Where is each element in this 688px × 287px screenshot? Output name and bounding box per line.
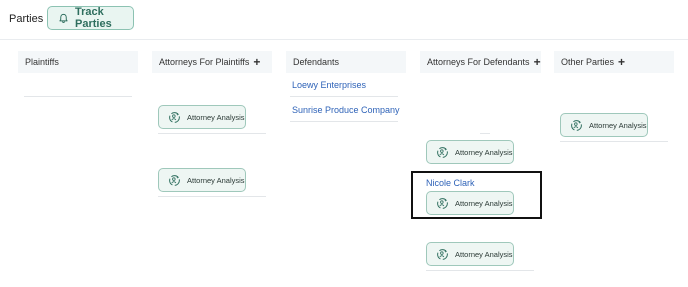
column-label: Attorneys For Defendants [427,57,530,67]
attorney-analysis-icon [169,174,180,186]
attorney-analysis-icon [571,119,582,131]
column-label: Plaintiffs [25,57,59,67]
attorney-analysis-button[interactable]: Attorney Analysis [560,113,648,137]
column-header-defendants: Defendants [286,51,406,73]
column-header-attorneys-for-defendants: Attorneys For Defendants + [420,51,541,73]
row-divider [290,121,398,122]
attorney-analysis-button[interactable]: Attorney Analysis [426,140,514,164]
attorney-analysis-button[interactable]: Attorney Analysis [426,242,514,266]
attorney-analysis-label: Attorney Analysis [455,147,513,157]
row-divider [480,133,490,134]
attorney-analysis-label: Attorney Analysis [455,249,513,259]
row-divider [426,270,534,271]
row-divider [290,96,398,97]
attorney-analysis-icon [169,111,180,123]
header-divider [0,39,688,40]
column-header-attorneys-for-plaintiffs: Attorneys For Plaintiffs + [152,51,272,73]
column-label: Attorneys For Plaintiffs [159,57,250,67]
defendant-link[interactable]: Loewy Enterprises [292,80,366,90]
attorney-analysis-label: Attorney Analysis [187,175,245,185]
row-divider [158,196,266,197]
add-attorney-for-defendants-plus-icon[interactable]: + [534,56,541,68]
attorney-analysis-label: Attorney Analysis [187,112,245,122]
track-parties-button[interactable]: Track Parties [47,6,134,30]
attorney-analysis-button[interactable]: Attorney Analysis [158,168,246,192]
bell-icon [59,13,68,23]
column-header-plaintiffs: Plaintiffs [18,51,138,73]
attorney-analysis-icon [437,146,448,158]
attorney-analysis-button[interactable]: Attorney Analysis [158,105,246,129]
add-attorney-for-plaintiffs-plus-icon[interactable]: + [253,56,260,68]
column-label: Other Parties [561,57,615,67]
add-other-party-plus-icon[interactable]: + [618,56,625,68]
selection-highlight-box [411,171,542,219]
attorney-analysis-label: Attorney Analysis [589,120,647,130]
track-parties-label: Track Parties [75,6,112,30]
page-title: Parties [9,13,44,25]
row-divider [560,141,668,142]
defendant-link[interactable]: Sunrise Produce Company [292,105,400,115]
column-label: Defendants [293,57,340,67]
row-divider [158,133,266,134]
row-divider [24,96,132,97]
attorney-analysis-icon [437,248,448,260]
column-header-other-parties: Other Parties + [554,51,674,73]
parties-panel: Parties Track Parties Plaintiffs Attorne… [0,0,688,287]
